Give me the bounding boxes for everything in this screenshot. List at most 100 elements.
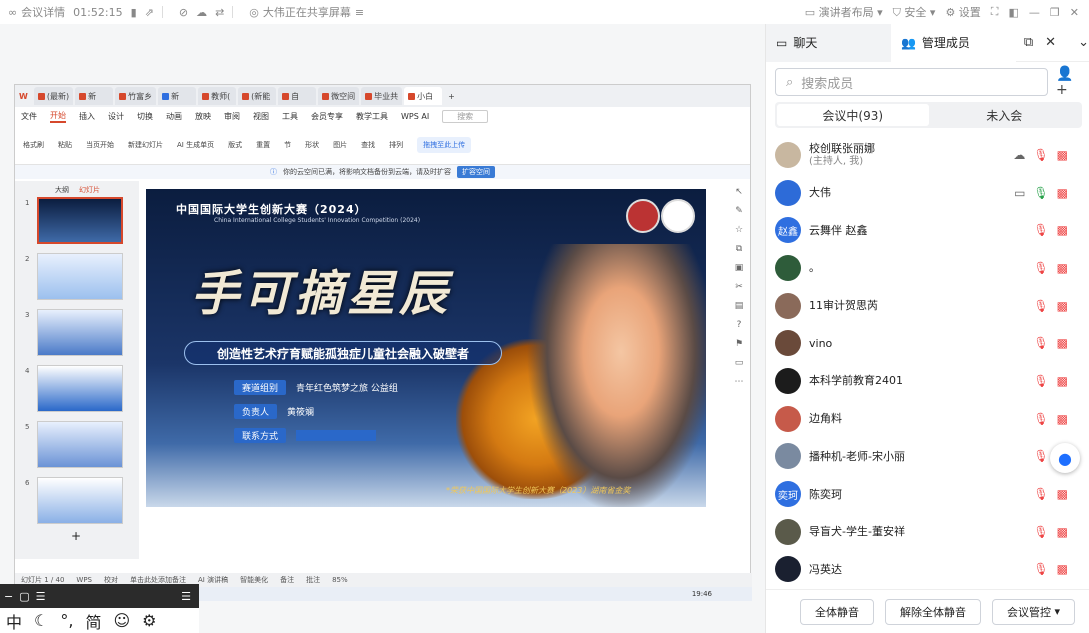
ribbon-new-slide[interactable]: 新建幻灯片 — [128, 140, 163, 150]
member-row[interactable]: 赵鑫 云舞伴 赵鑫 🎙 ▩ — [766, 211, 1089, 249]
ribbon-find[interactable]: 查找 — [361, 140, 375, 150]
add-member-icon[interactable]: 👤+ — [1056, 66, 1082, 98]
ribbon-format-painter[interactable]: 格式刷 — [23, 140, 44, 150]
comment-icon[interactable]: ▭ — [735, 358, 744, 368]
camera-off-icon[interactable]: ▩ — [1057, 299, 1068, 313]
tab-members[interactable]: 👥 管理成员 — [890, 23, 1016, 62]
member-row[interactable]: 边角料 🎙 ▩ — [766, 400, 1089, 438]
member-row[interactable]: 奕珂 陈奕珂 🎙 ▩ — [766, 475, 1089, 513]
sidebar-toggle-icon[interactable]: ◧ — [1009, 6, 1019, 19]
close-icon[interactable]: ✕ — [1070, 6, 1079, 19]
menu-transition[interactable]: 切换 — [137, 111, 153, 122]
zoom-level[interactable]: 85% — [332, 576, 348, 584]
beautify-button[interactable]: 智能美化 — [240, 575, 268, 585]
settings-button[interactable]: ⚙ 设置 — [945, 4, 980, 20]
mute-all-button[interactable]: 全体静音 — [800, 598, 874, 625]
ribbon-paste[interactable]: 粘贴 — [58, 140, 72, 150]
member-row[interactable]: 。 🎙 ▩ — [766, 249, 1089, 287]
close-icon[interactable]: ✕ — [1045, 35, 1056, 50]
slide-thumbnail[interactable] — [37, 421, 123, 468]
external-link-icon[interactable]: ⇗ — [145, 6, 154, 19]
book-icon[interactable]: ▤ — [735, 301, 744, 311]
ribbon-layout[interactable]: 版式 — [228, 140, 242, 150]
wps-tab[interactable]: 毕业共 — [361, 87, 403, 105]
wps-logo-icon[interactable]: W — [19, 92, 28, 101]
mic-muted-icon[interactable]: 🎙 — [1033, 374, 1048, 388]
speaker-layout-button[interactable]: ▭ 演讲者布局 ▾ — [805, 4, 883, 20]
style-icon[interactable]: ✎ — [735, 206, 743, 216]
ribbon-arrange[interactable]: 排列 — [389, 140, 403, 150]
mic-muted-icon[interactable]: 🎙 — [1033, 525, 1048, 539]
wps-tab[interactable]: 微空间 — [318, 87, 360, 105]
menu-slideshow[interactable]: 放映 — [195, 111, 211, 122]
ribbon-section[interactable]: 节 — [284, 140, 291, 150]
member-row[interactable]: 大伟 ▭ 🎙 ▩ — [766, 174, 1089, 212]
screen-share-icon[interactable]: ▭ — [1014, 186, 1025, 200]
menu-vip[interactable]: 会员专享 — [311, 111, 343, 122]
ime-window-icon[interactable]: ▢ — [19, 590, 29, 603]
more-icon[interactable]: ⋯ — [735, 377, 744, 387]
ime-chinese-toggle[interactable]: 中 — [6, 609, 22, 633]
annotate-button[interactable]: 批注 — [306, 575, 320, 585]
comment-button[interactable]: 备注 — [280, 575, 294, 585]
camera-off-icon[interactable]: ▩ — [1057, 412, 1068, 426]
ime-moon-icon[interactable]: ☾ — [34, 611, 48, 630]
member-row[interactable]: 播种机-老师-宋小丽 🎙▩ — [766, 438, 1089, 476]
mic-muted-icon[interactable]: 🎙 — [1033, 223, 1048, 237]
ribbon-ai-page[interactable]: AI 生成单页 — [177, 140, 214, 150]
restore-icon[interactable]: ❐ — [1050, 6, 1060, 19]
camera-off-icon[interactable]: ▩ — [1057, 336, 1068, 350]
member-row[interactable]: vino 🎙 ▩ — [766, 324, 1089, 362]
outline-tab[interactable]: 大纲 — [55, 185, 69, 195]
meeting-control-button[interactable]: 会议管控 ▾ — [992, 598, 1076, 625]
upload-drop-zone[interactable]: 拖拽至此上传 — [417, 136, 472, 153]
tab-chat[interactable]: ▭ 聊天 — [766, 23, 891, 62]
member-row[interactable]: 11审计贺思芮 🎙 ▩ — [766, 287, 1089, 325]
unmute-all-button[interactable]: 解除全体静音 — [885, 598, 981, 625]
minimize-icon[interactable]: — — [1029, 6, 1040, 19]
meeting-details-button[interactable]: ∞ 会议详情 — [8, 4, 65, 20]
mic-muted-icon[interactable]: 🎙 — [1033, 336, 1048, 350]
tools-icon[interactable]: ✂ — [735, 282, 743, 292]
mic-muted-icon[interactable]: 🎙 — [1033, 412, 1048, 426]
ai-notes-button[interactable]: AI 演讲稿 — [198, 575, 228, 585]
segment-not-joined[interactable]: 未入会 — [929, 104, 1081, 126]
mic-on-icon[interactable]: 🎙 — [1033, 186, 1048, 200]
member-row[interactable]: 导盲犬-学生-董安祥 🎙 ▩ — [766, 513, 1089, 551]
segment-in-meeting[interactable]: 会议中(93) — [777, 104, 929, 126]
cloud-record-icon[interactable]: ☁ — [1013, 148, 1025, 162]
slide-thumbnail[interactable] — [37, 197, 123, 244]
camera-off-icon[interactable]: ▩ — [1057, 223, 1068, 237]
wps-tab[interactable]: (最新) — [33, 87, 74, 105]
menu-review[interactable]: 审阅 — [224, 111, 240, 122]
security-button[interactable]: ⛉ 安全 ▾ — [893, 4, 936, 20]
ime-list-icon[interactable]: ☰ — [181, 590, 191, 603]
menu-teaching[interactable]: 教学工具 — [356, 111, 388, 122]
star-icon[interactable]: ☆ — [735, 225, 743, 235]
mic-muted-icon[interactable]: 🎙 — [1033, 487, 1048, 501]
add-slide-button[interactable]: + — [71, 529, 81, 543]
popout-icon[interactable]: ⧉ — [1024, 35, 1033, 50]
mic-muted-icon[interactable]: 🎙 — [1033, 148, 1048, 162]
cloud-icon[interactable]: ☁ — [196, 6, 207, 19]
floating-assistant-icon[interactable]: ● — [1050, 443, 1080, 473]
camera-off-icon[interactable]: ▩ — [1057, 148, 1068, 162]
slide-thumbnail[interactable] — [37, 309, 123, 356]
copy-icon[interactable]: ⧉ — [736, 244, 742, 254]
menu-view[interactable]: 视图 — [253, 111, 269, 122]
ribbon-picture[interactable]: 图片 — [333, 140, 347, 150]
wps-tab[interactable]: 竹富乡 — [115, 87, 157, 105]
menu-tools[interactable]: 工具 — [282, 111, 298, 122]
wps-tab[interactable]: 教师( — [198, 87, 237, 105]
slide-thumbnail[interactable] — [37, 477, 123, 524]
menu-file[interactable]: 文件 — [21, 111, 37, 122]
ime-emoji-icon[interactable]: ☺ — [113, 611, 130, 630]
menu-insert[interactable]: 插入 — [79, 111, 95, 122]
camera-off-icon[interactable]: ▩ — [1057, 186, 1068, 200]
wps-tab-active[interactable]: 小白 — [404, 87, 443, 105]
menu-design[interactable]: 设计 — [108, 111, 124, 122]
bookmark-icon[interactable]: ⚑ — [735, 339, 743, 349]
no-notify-icon[interactable]: ⊘ — [179, 6, 188, 19]
select-icon[interactable]: ↖ — [735, 187, 743, 197]
member-search-input[interactable]: ⌕ 搜索成员 — [775, 68, 1048, 96]
